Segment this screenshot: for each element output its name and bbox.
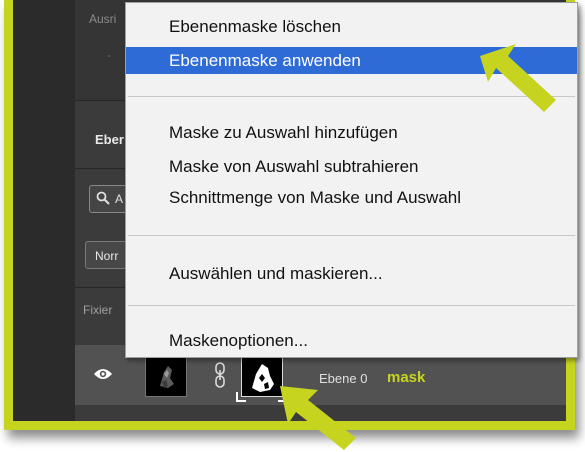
- eye-icon[interactable]: [93, 367, 113, 386]
- search-icon: [96, 191, 110, 210]
- properties-dash: -: [107, 48, 111, 62]
- layer-mask-thumbnail[interactable]: [236, 357, 288, 402]
- search-filter-text: A: [115, 192, 124, 206]
- left-toolbar-strip: [13, 0, 75, 421]
- mask-annotation: mask: [387, 369, 426, 386]
- menu-item-delete-mask[interactable]: Ebenenmaske löschen: [126, 13, 577, 40]
- menu-separator: [128, 235, 575, 236]
- menu-item-select-and-mask[interactable]: Auswählen und maskieren...: [126, 260, 577, 287]
- blend-mode-value: Norr: [95, 249, 119, 263]
- layer-thumbnail[interactable]: [145, 357, 187, 397]
- properties-label: Ausri: [89, 12, 117, 26]
- menu-item-subtract-mask-from-selection[interactable]: Maske von Auswahl subtrahieren: [126, 153, 577, 180]
- menu-separator: [128, 305, 575, 306]
- menu-item-add-mask-to-selection[interactable]: Maske zu Auswahl hinzufügen: [126, 119, 577, 146]
- menu-item-intersect-mask-selection[interactable]: Schnittmenge von Maske und Auswahl: [126, 184, 577, 211]
- arrow-pointer-icon: [280, 386, 356, 450]
- lock-label: Fixier: [83, 303, 113, 317]
- arrow-pointer-icon: [480, 44, 556, 112]
- link-chain-icon[interactable]: [213, 362, 227, 393]
- tab-layers[interactable]: Eber: [95, 132, 124, 147]
- menu-item-mask-options[interactable]: Maskenoptionen...: [126, 327, 577, 354]
